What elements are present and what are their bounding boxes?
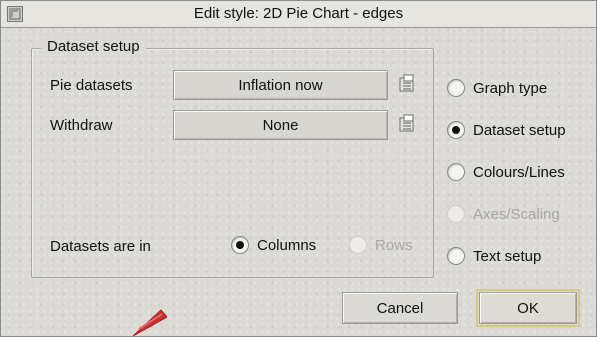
rows-label: Rows [375, 236, 413, 254]
group-title: Dataset setup [41, 38, 146, 55]
dataset-setup-radio[interactable] [447, 121, 465, 139]
columns-radio-row[interactable]: Columns [231, 236, 316, 254]
graph-type-label: Graph type [473, 79, 548, 97]
title-bar[interactable]: Edit style: 2D Pie Chart - edges [1, 1, 596, 28]
window-title: Edit style: 2D Pie Chart - edges [193, 5, 404, 22]
section-colours-lines[interactable]: Colours/Lines [447, 163, 565, 181]
text-setup-radio[interactable] [447, 247, 465, 265]
pie-datasets-field[interactable]: Inflation now [173, 70, 388, 100]
axes-scaling-radio[interactable] [447, 205, 465, 223]
axes-scaling-label: Axes/Scaling [473, 205, 560, 223]
pointer-icon [132, 309, 167, 336]
withdraw-field[interactable]: None [173, 110, 388, 140]
section-axes-scaling[interactable]: Axes/Scaling [447, 205, 560, 223]
rows-radio[interactable] [349, 236, 367, 254]
withdraw-label: Withdraw [50, 117, 113, 134]
pie-datasets-label: Pie datasets [50, 77, 133, 94]
pie-datasets-menu-icon[interactable] [398, 74, 416, 94]
colours-lines-label: Colours/Lines [473, 163, 565, 181]
section-dataset-setup[interactable]: Dataset setup [447, 121, 566, 139]
withdraw-value: None [262, 116, 299, 134]
rows-radio-row[interactable]: Rows [349, 236, 413, 254]
datasets-in-label: Datasets are in [50, 238, 151, 255]
text-setup-label: Text setup [473, 247, 542, 265]
graph-type-radio[interactable] [447, 79, 465, 97]
columns-radio[interactable] [231, 236, 249, 254]
section-graph-type[interactable]: Graph type [447, 79, 547, 97]
dataset-setup-label: Dataset setup [473, 121, 566, 139]
columns-label: Columns [257, 236, 317, 254]
dialog-window: Edit style: 2D Pie Chart - edges Dataset… [0, 0, 597, 337]
cancel-button[interactable]: Cancel [342, 292, 458, 324]
ok-button[interactable]: OK [476, 289, 580, 327]
withdraw-menu-icon[interactable] [398, 114, 416, 134]
colours-lines-radio[interactable] [447, 163, 465, 181]
pie-datasets-value: Inflation now [238, 76, 323, 94]
section-text-setup[interactable]: Text setup [447, 247, 541, 265]
